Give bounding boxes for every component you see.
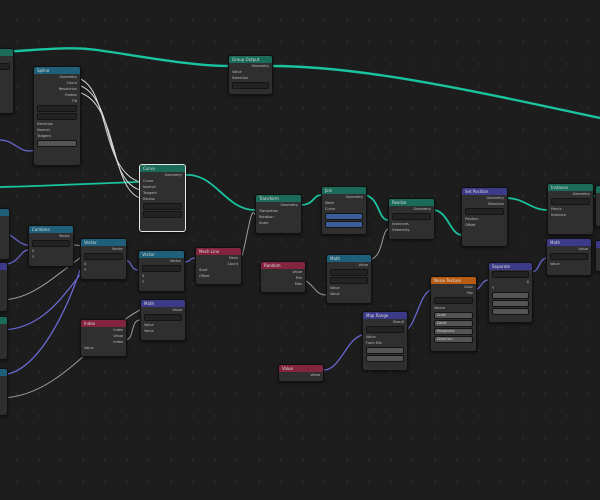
node-vector-a[interactable]: Vector Vector X Y [80, 238, 127, 280]
node-left-edge-e[interactable] [0, 368, 8, 416]
node-header: Vector [81, 239, 126, 246]
node-canvas[interactable]: Spline Geometry Count Resolution Radius … [0, 0, 600, 500]
dropdown[interactable] [142, 265, 181, 272]
value-field[interactable] [492, 300, 529, 307]
geometry-link [364, 194, 389, 221]
selected-link [77, 84, 141, 191]
node-header: Set Position [462, 188, 507, 195]
vector-link [404, 289, 433, 331]
node-header: Join [322, 187, 366, 194]
node-header: Noise Texture [431, 277, 476, 284]
dropdown[interactable] [37, 105, 77, 112]
value-field[interactable] [492, 308, 529, 315]
node-right-edge-b[interactable] [595, 240, 600, 272]
dropdown[interactable] [465, 208, 504, 215]
dropdown[interactable] [392, 213, 431, 220]
vector-link [0, 269, 81, 376]
value-field[interactable]: Scale [434, 312, 473, 319]
dropdown[interactable] [144, 314, 182, 321]
geometry-link [505, 197, 549, 211]
geometry-link [299, 194, 323, 206]
value-field[interactable]: Roughness [434, 328, 473, 335]
node-mesh-line[interactable]: Mesh Line Mesh Count Start Offset [195, 247, 242, 285]
value-field[interactable] [366, 347, 404, 354]
dropdown[interactable] [551, 198, 590, 205]
node-header: Value [279, 365, 323, 372]
node-noise-texture[interactable]: Noise Texture Color Fac Vector Scale Det… [430, 276, 477, 352]
geometry-link [432, 209, 463, 236]
geometry-link [271, 64, 600, 120]
node-header: Math [141, 300, 185, 307]
node-header: Random [261, 262, 305, 269]
node-map-range[interactable]: Map Range Result Value From Min [362, 311, 408, 371]
node-left-edge-a[interactable] [0, 48, 14, 114]
value-field[interactable] [492, 292, 529, 299]
node-header: Math [547, 239, 591, 246]
value-field[interactable] [325, 213, 363, 220]
node-right-edge[interactable] [595, 185, 600, 227]
dropdown[interactable] [434, 297, 473, 304]
node-separate[interactable]: Separate X Y [488, 262, 533, 323]
vector-link [530, 257, 547, 273]
node-group-output[interactable]: Group Output Geometry Value Selection [228, 55, 273, 95]
dropdown[interactable] [492, 271, 529, 278]
node-header: Instance [548, 184, 593, 191]
geometry-link [0, 47, 231, 68]
node-transform[interactable]: Transform Geometry Translation Rotation … [255, 194, 302, 234]
node-math-a[interactable]: Math Value Value Value [140, 299, 186, 341]
node-header: Transform [256, 195, 301, 202]
vector-link [321, 334, 363, 371]
node-header: Math [327, 255, 371, 262]
float-link [303, 279, 327, 296]
node-header: Realize [389, 199, 434, 206]
value-field[interactable] [143, 203, 182, 210]
selected-link [77, 77, 141, 183]
node-right-math[interactable]: Math Value Value [546, 238, 592, 276]
node-header: Index [81, 320, 126, 327]
node-instance[interactable]: Instance Geometry Points Instance [547, 183, 594, 235]
node-header: Combine [29, 226, 73, 233]
node-left-edge-b[interactable] [0, 208, 10, 260]
dropdown[interactable] [366, 326, 404, 333]
node-header: Curve [140, 165, 185, 172]
geometry-link [183, 174, 256, 211]
value-field[interactable] [143, 211, 182, 218]
node-combine[interactable]: Combine Vector X Y [28, 225, 74, 267]
value-field[interactable]: Detail [434, 320, 473, 327]
dropdown[interactable] [330, 277, 368, 284]
node-header: Map Range [363, 312, 407, 319]
dropdown[interactable] [32, 240, 70, 247]
node-header: Spline [34, 67, 80, 74]
dropdown[interactable] [37, 113, 77, 120]
node-set-position[interactable]: Set Position Geometry Selection Position… [461, 187, 508, 247]
value-field[interactable] [325, 221, 363, 228]
value-field[interactable]: Distortion [434, 336, 473, 343]
value-field[interactable] [232, 82, 269, 89]
node-left-edge-d[interactable] [0, 316, 8, 360]
dropdown[interactable] [84, 253, 123, 260]
float-link [369, 227, 391, 261]
dropdown[interactable] [550, 253, 588, 260]
vector-link [0, 139, 36, 152]
node-spline[interactable]: Spline Geometry Count Resolution Radius … [33, 66, 81, 166]
node-join[interactable]: Join Geometry Mesh Curve [321, 186, 367, 235]
node-curve-selected[interactable]: Curve Geometry Curve Normal Tangent Radi… [139, 164, 186, 232]
node-header: Mesh Line [196, 248, 241, 255]
dropdown[interactable] [330, 269, 368, 276]
node-left-edge-c[interactable] [0, 262, 8, 312]
node-realize[interactable]: Realize Geometry Instances Geometry [388, 198, 435, 240]
node-header: Group Output [229, 56, 272, 63]
node-header: Vector [139, 251, 184, 258]
node-random[interactable]: Random Value Min Max [260, 261, 306, 293]
value-field[interactable] [366, 355, 404, 362]
float-link [124, 319, 141, 341]
node-header: Separate [489, 263, 532, 270]
node-vector-b[interactable]: Vector Vector X Y [138, 250, 185, 292]
node-index[interactable]: Index Index Value Index Value [80, 319, 127, 357]
node-value[interactable]: Value Value [278, 364, 324, 382]
geometry-link [0, 181, 141, 188]
value-field[interactable] [37, 140, 77, 147]
node-math-b[interactable]: Math Value Value Value [326, 254, 372, 304]
